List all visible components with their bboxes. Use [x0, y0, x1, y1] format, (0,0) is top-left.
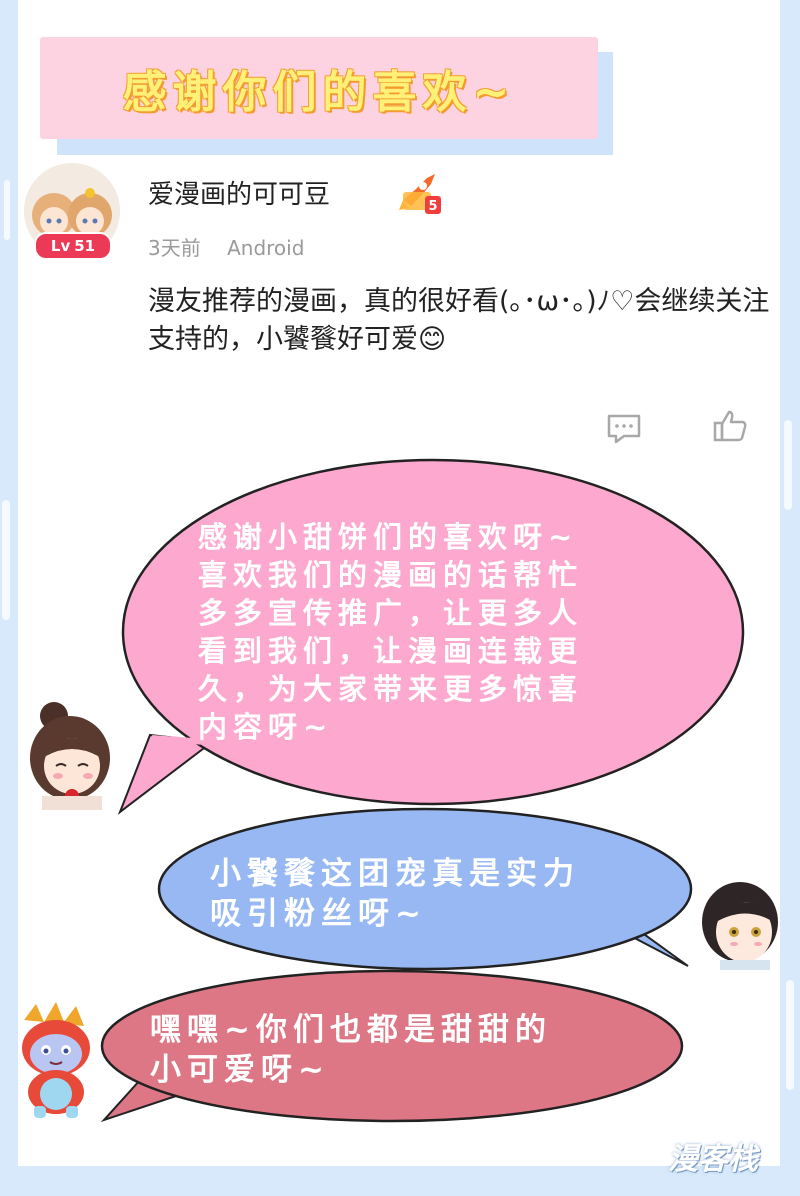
bubble-line: 小饕餮这团宠真是实力: [210, 856, 580, 892]
pink-bubble-text: 感谢小甜饼们的喜欢呀~ 喜欢我们的漫画的话帮忙 多多宣传推广，让更多人 看到我们…: [198, 518, 583, 746]
decoration-line: [784, 420, 792, 510]
level-prefix: Lv: [50, 237, 71, 255]
bubble-line: 吸引粉丝呀~: [210, 896, 427, 932]
comment-meta: 3天前 Android: [148, 232, 324, 261]
comment-time: 3天前: [148, 236, 201, 260]
bubble-line: 久，为大家带来更多惊喜: [198, 672, 584, 706]
bubble-line: 多多宣传推广，让更多人: [198, 596, 584, 630]
dragon-character-icon: [14, 1000, 100, 1120]
watermark: 漫客栈: [668, 1142, 758, 1177]
decoration-line: [2, 500, 10, 620]
thumbs-up-icon[interactable]: [710, 406, 750, 446]
blue-bubble-text: 小饕餮这团宠真是实力 吸引粉丝呀~: [210, 854, 580, 934]
level-badge: Lv 51: [34, 232, 112, 260]
decoration-line: [4, 180, 10, 240]
girl-character-icon: [20, 700, 116, 810]
badge-count: 5: [428, 199, 437, 214]
bubble-line: 内容呀~: [198, 710, 334, 744]
bubble-line: 喜欢我们的漫画的话帮忙: [198, 558, 584, 592]
comment-device: Android: [227, 236, 305, 260]
banner: 感谢你们的喜欢~: [40, 37, 598, 139]
rocket-icon: 5: [397, 170, 443, 216]
boy-character-icon: [694, 880, 780, 970]
decoration-line: [786, 980, 794, 1090]
red-bubble-text: 嘿嘿~你们也都是甜甜的 小可爱呀~: [150, 1010, 552, 1090]
level-value: 51: [74, 237, 96, 255]
banner-title: 感谢你们的喜欢~: [122, 67, 516, 118]
bubble-line: 小可爱呀~: [150, 1052, 330, 1088]
comment-icon[interactable]: [604, 408, 644, 448]
bubble-line: 嘿嘿~你们也都是甜甜的: [150, 1012, 552, 1048]
bubble-line: 看到我们，让漫画连载更: [198, 634, 584, 668]
bubble-line: 感谢小甜饼们的喜欢呀~: [198, 520, 579, 554]
comment-text: 漫友推荐的漫画，真的很好看(｡･ω･｡)ﾉ♡会继续关注支持的，小饕餮好可爱😊: [148, 286, 770, 355]
username[interactable]: 爱漫画的可可豆: [148, 174, 330, 211]
